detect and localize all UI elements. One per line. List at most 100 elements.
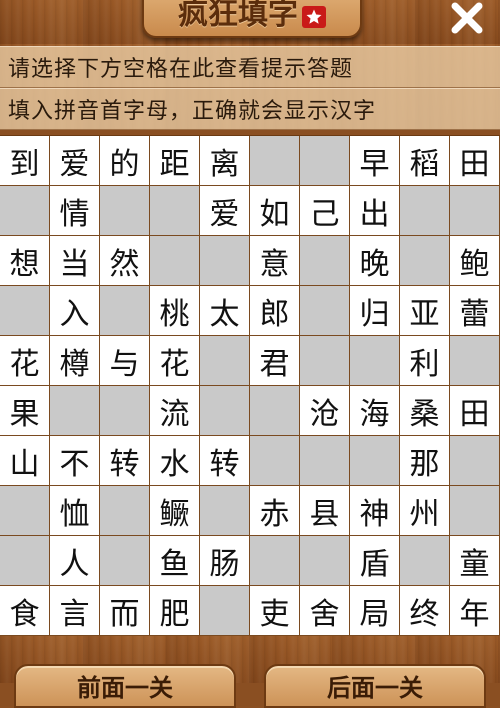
close-icon[interactable] [447, 0, 487, 38]
grid-cell-empty[interactable] [200, 236, 250, 286]
grid-cell-filled[interactable]: 蕾 [450, 286, 500, 336]
grid-cell-filled[interactable]: 想 [0, 236, 50, 286]
grid-cell-filled[interactable]: 吏 [250, 586, 300, 636]
grid-cell-filled[interactable]: 果 [0, 386, 50, 436]
grid-cell-filled[interactable]: 山 [0, 436, 50, 486]
grid-cell-empty[interactable] [250, 136, 300, 186]
grid-cell-filled[interactable]: 己 [300, 186, 350, 236]
next-level-button[interactable]: 后面一关 [264, 664, 486, 708]
grid-cell-filled[interactable]: 郎 [250, 286, 300, 336]
grid-cell-filled[interactable]: 童 [450, 536, 500, 586]
grid-cell-filled[interactable]: 到 [0, 136, 50, 186]
grid-cell-filled[interactable]: 沧 [300, 386, 350, 436]
grid-cell-filled[interactable]: 情 [50, 186, 100, 236]
grid-cell-filled[interactable]: 花 [0, 336, 50, 386]
grid-cell-empty[interactable] [300, 536, 350, 586]
grid-cell-empty[interactable] [400, 236, 450, 286]
grid-cell-empty[interactable] [300, 336, 350, 386]
grid-cell-filled[interactable]: 鱼 [150, 536, 200, 586]
grid-cell-filled[interactable]: 当 [50, 236, 100, 286]
grid-cell-empty[interactable] [250, 536, 300, 586]
grid-cell-filled[interactable]: 而 [100, 586, 150, 636]
grid-cell-filled[interactable]: 的 [100, 136, 150, 186]
grid-cell-filled[interactable]: 转 [100, 436, 150, 486]
grid-cell-empty[interactable] [0, 486, 50, 536]
grid-cell-filled[interactable]: 鲍 [450, 236, 500, 286]
grid-cell-empty[interactable] [100, 186, 150, 236]
grid-cell-filled[interactable]: 肠 [200, 536, 250, 586]
grid-cell-filled[interactable]: 归 [350, 286, 400, 336]
grid-cell-empty[interactable] [200, 486, 250, 536]
grid-cell-empty[interactable] [450, 486, 500, 536]
grid-cell-filled[interactable]: 距 [150, 136, 200, 186]
grid-cell-filled[interactable]: 转 [200, 436, 250, 486]
grid-cell-filled[interactable]: 如 [250, 186, 300, 236]
grid-cell-filled[interactable]: 田 [450, 136, 500, 186]
grid-cell-empty[interactable] [300, 136, 350, 186]
grid-cell-empty[interactable] [300, 286, 350, 336]
grid-cell-filled[interactable]: 稻 [400, 136, 450, 186]
grid-cell-empty[interactable] [100, 386, 150, 436]
grid-cell-filled[interactable]: 出 [350, 186, 400, 236]
grid-cell-empty[interactable] [250, 386, 300, 436]
grid-cell-filled[interactable]: 与 [100, 336, 150, 386]
grid-cell-filled[interactable]: 盾 [350, 536, 400, 586]
grid-cell-empty[interactable] [100, 486, 150, 536]
grid-cell-filled[interactable]: 人 [50, 536, 100, 586]
grid-cell-empty[interactable] [200, 586, 250, 636]
grid-cell-filled[interactable]: 花 [150, 336, 200, 386]
grid-cell-filled[interactable]: 恤 [50, 486, 100, 536]
grid-cell-filled[interactable]: 亚 [400, 286, 450, 336]
grid-cell-filled[interactable]: 爱 [200, 186, 250, 236]
grid-cell-filled[interactable]: 爱 [50, 136, 100, 186]
grid-cell-filled[interactable]: 意 [250, 236, 300, 286]
grid-cell-filled[interactable]: 入 [50, 286, 100, 336]
grid-cell-filled[interactable]: 水 [150, 436, 200, 486]
grid-cell-filled[interactable]: 桃 [150, 286, 200, 336]
grid-cell-empty[interactable] [300, 436, 350, 486]
grid-cell-filled[interactable]: 那 [400, 436, 450, 486]
grid-cell-filled[interactable]: 早 [350, 136, 400, 186]
grid-cell-empty[interactable] [450, 436, 500, 486]
grid-cell-empty[interactable] [400, 536, 450, 586]
grid-cell-empty[interactable] [350, 436, 400, 486]
grid-cell-filled[interactable]: 局 [350, 586, 400, 636]
grid-cell-filled[interactable]: 神 [350, 486, 400, 536]
grid-cell-filled[interactable]: 县 [300, 486, 350, 536]
grid-cell-empty[interactable] [100, 536, 150, 586]
grid-cell-filled[interactable]: 田 [450, 386, 500, 436]
grid-cell-filled[interactable]: 舍 [300, 586, 350, 636]
grid-cell-filled[interactable]: 赤 [250, 486, 300, 536]
grid-cell-empty[interactable] [0, 186, 50, 236]
grid-cell-filled[interactable]: 言 [50, 586, 100, 636]
grid-cell-empty[interactable] [250, 436, 300, 486]
grid-cell-filled[interactable]: 终 [400, 586, 450, 636]
grid-cell-empty[interactable] [0, 286, 50, 336]
grid-cell-filled[interactable]: 君 [250, 336, 300, 386]
prev-level-button[interactable]: 前面一关 [14, 664, 236, 708]
grid-cell-filled[interactable]: 利 [400, 336, 450, 386]
grid-cell-empty[interactable] [200, 336, 250, 386]
grid-cell-empty[interactable] [450, 336, 500, 386]
grid-cell-empty[interactable] [400, 186, 450, 236]
grid-cell-filled[interactable]: 不 [50, 436, 100, 486]
grid-cell-filled[interactable]: 年 [450, 586, 500, 636]
grid-cell-empty[interactable] [450, 186, 500, 236]
grid-cell-empty[interactable] [0, 536, 50, 586]
grid-cell-filled[interactable]: 肥 [150, 586, 200, 636]
grid-cell-filled[interactable]: 鳜 [150, 486, 200, 536]
grid-cell-filled[interactable]: 海 [350, 386, 400, 436]
grid-cell-empty[interactable] [350, 336, 400, 386]
grid-cell-filled[interactable]: 食 [0, 586, 50, 636]
grid-cell-filled[interactable]: 然 [100, 236, 150, 286]
grid-cell-filled[interactable]: 太 [200, 286, 250, 336]
grid-cell-filled[interactable]: 州 [400, 486, 450, 536]
grid-cell-empty[interactable] [50, 386, 100, 436]
close-button[interactable] [444, 0, 490, 38]
grid-cell-filled[interactable]: 樽 [50, 336, 100, 386]
grid-cell-filled[interactable]: 桑 [400, 386, 450, 436]
grid-cell-empty[interactable] [300, 236, 350, 286]
grid-cell-filled[interactable]: 离 [200, 136, 250, 186]
grid-cell-empty[interactable] [200, 386, 250, 436]
grid-cell-empty[interactable] [150, 236, 200, 286]
